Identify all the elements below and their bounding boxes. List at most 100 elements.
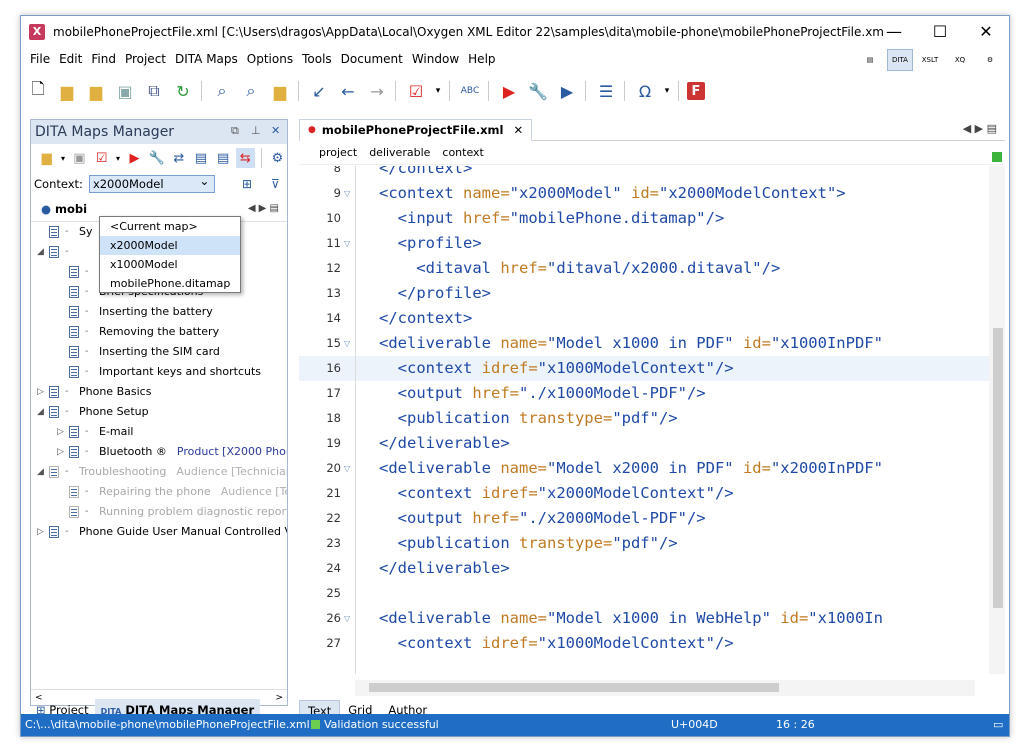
code-line[interactable]: 13 </profile>	[299, 281, 989, 306]
code-line[interactable]: 18 <publication transtype="pdf"/>	[299, 406, 989, 431]
map-dropdown-icon[interactable]: ▾	[114, 148, 122, 168]
tree-item[interactable]: - Sy	[37, 222, 103, 242]
fold-toggle-icon[interactable]: ▽	[344, 606, 350, 631]
context-select[interactable]: x2000Model	[88, 173, 216, 193]
database-perspective-icon[interactable]: ⚙	[977, 49, 1003, 71]
show-view-icon[interactable]: ⊞	[235, 172, 258, 196]
tree-item[interactable]: - Inserting the SIM card	[57, 342, 230, 362]
menu-dita-maps[interactable]: DITA Maps	[175, 52, 238, 66]
expand-toggle-icon[interactable]: ▷	[37, 382, 49, 402]
editor-horizontal-scrollbar[interactable]	[355, 680, 975, 696]
expand-toggle-icon[interactable]: ◢	[37, 402, 49, 422]
save-map-icon[interactable]: ▣	[70, 148, 89, 168]
insert-character-dropdown-icon[interactable]: ▾	[662, 79, 672, 103]
menu-file[interactable]: File	[30, 52, 50, 66]
editor-perspective-icon[interactable]: ▤	[857, 49, 883, 71]
breadcrumb-item[interactable]: deliverable	[369, 146, 430, 159]
horizontal-scroll-thumb[interactable]	[369, 683, 779, 692]
code-line[interactable]: 14 </context>	[299, 306, 989, 331]
validate-icon[interactable]: ☑	[404, 79, 428, 103]
code-line[interactable]: 16 <context idref="x1000ModelContext"/>	[299, 356, 989, 381]
messages-icon[interactable]: ▭	[993, 718, 1003, 731]
code-line[interactable]: 25	[299, 581, 989, 606]
fold-toggle-icon[interactable]: ▽	[344, 181, 350, 206]
tree-item[interactable]: ▷ -Bluetooth ® Product [X2000 Phone	[57, 442, 287, 462]
tree-item[interactable]: -Running problem diagnostic reportA	[57, 502, 287, 522]
forward-icon[interactable]: →	[365, 79, 389, 103]
tree-item[interactable]: ▷ - Phone Basics	[37, 382, 161, 402]
xslt-debugger-icon[interactable]: XSLT	[917, 49, 943, 71]
save-icon[interactable]: ▣	[113, 79, 137, 103]
dita-perspective-icon[interactable]: DITA	[887, 49, 913, 71]
code-line[interactable]: 8 </context>	[299, 166, 989, 181]
filter-icon[interactable]: ⊽	[264, 172, 287, 196]
code-line[interactable]: 9 ▽ <context name="x2000Model" id="x2000Mo…	[299, 181, 989, 206]
context-option[interactable]: x2000Model	[100, 236, 240, 255]
tree-item[interactable]: ◢ - Phone Setup	[37, 402, 159, 422]
tree-item[interactable]: ▷ -Phone Guide User Manual Controlled Val…	[37, 522, 287, 542]
editor-tab-active[interactable]: ● mobilePhoneProjectFile.xml ✕	[299, 118, 533, 141]
context-option[interactable]: mobilePhone.ditamap	[100, 274, 240, 293]
code-line[interactable]: 11 ▽ <profile>	[299, 231, 989, 256]
open-folder-icon[interactable]: ▆	[55, 79, 79, 103]
code-line[interactable]: 24 </deliverable>	[299, 556, 989, 581]
open-map-icon[interactable]: ▆	[37, 148, 56, 168]
tree-item[interactable]: -Repairing the phone Audience [Tech	[57, 482, 287, 502]
code-line[interactable]: 22 <output href="./x2000Model-PDF"/>	[299, 506, 989, 531]
fold-toggle-icon[interactable]: ▽	[344, 331, 350, 356]
breadcrumb-item[interactable]: project	[319, 146, 357, 159]
validate-dropdown-icon[interactable]: ▾	[433, 79, 443, 103]
find-in-files-icon[interactable]: ⌕	[239, 79, 263, 103]
validate-map-icon[interactable]: ☑	[92, 148, 111, 168]
menu-project[interactable]: Project	[125, 52, 166, 66]
reload-icon[interactable]: ↻	[171, 79, 195, 103]
tree-item[interactable]: ◢ -Troubleshooting Audience [Technician L	[37, 462, 287, 482]
tree-item[interactable]: ◢ -	[37, 242, 89, 262]
back-icon[interactable]: ←	[336, 79, 360, 103]
pin-panel-icon[interactable]: ⊥	[251, 124, 261, 137]
open-map-dropdown-icon[interactable]: ▾	[59, 148, 67, 168]
vertical-scrollbar[interactable]	[989, 152, 1005, 674]
fold-toggle-icon[interactable]: ▽	[344, 231, 350, 256]
code-line[interactable]: 23 <publication transtype="pdf"/>	[299, 531, 989, 556]
restore-panel-icon[interactable]: ⧉	[231, 124, 239, 138]
code-line[interactable]: 20 ▽ <deliverable name="Model x2000 in PDF…	[299, 456, 989, 481]
menu-help[interactable]: Help	[468, 52, 495, 66]
code-line[interactable]: 19 </deliverable>	[299, 431, 989, 456]
menu-tools[interactable]: Tools	[302, 52, 332, 66]
go-to-last-modification-icon[interactable]: ↙	[307, 79, 331, 103]
find-icon[interactable]: ⌕	[210, 79, 234, 103]
code-line[interactable]: 12 <ditaval href="ditaval/x2000.ditaval"…	[299, 256, 989, 281]
maximize-button[interactable]: ☐	[917, 16, 963, 47]
new-document-icon[interactable]: 🗋	[26, 79, 50, 103]
open-map-in-editor-icon[interactable]: ▤	[191, 148, 210, 168]
map-tabs-nav-icon[interactable]: ◀ ▶ ▤	[248, 203, 279, 214]
save-all-icon[interactable]: ⧉	[142, 79, 166, 103]
configure-map-transform-icon[interactable]: 🔧	[147, 148, 166, 168]
code-editor[interactable]: 8 </context> 9 ▽ <context name="x2000Model" …	[299, 166, 989, 674]
link-with-editor-icon[interactable]: ⇆	[235, 148, 255, 168]
close-panel-icon[interactable]: ✕	[271, 124, 280, 137]
code-line[interactable]: 26 ▽ <deliverable name="Model x1000 in Web…	[299, 606, 989, 631]
code-line[interactable]: 17 <output href="./x1000Model-PDF"/>	[299, 381, 989, 406]
fold-toggle-icon[interactable]: ▽	[344, 456, 350, 481]
open-url-icon[interactable]: ▆	[84, 79, 108, 103]
format-indent-icon[interactable]: ☰	[594, 79, 618, 103]
breadcrumb-item[interactable]: context	[442, 146, 483, 159]
transform-map-icon[interactable]: ▶	[125, 148, 144, 168]
code-line[interactable]: 10 <input href="mobilePhone.ditamap"/>	[299, 206, 989, 231]
spell-check-icon[interactable]: ABC	[458, 79, 482, 103]
code-line[interactable]: 21 <context idref="x2000ModelContext"/>	[299, 481, 989, 506]
insert-character-icon[interactable]: Ω	[633, 79, 657, 103]
expand-toggle-icon[interactable]: ▷	[37, 522, 49, 542]
tree-item[interactable]: ▷ - E-mail	[57, 422, 144, 442]
tree-item[interactable]: - Removing the battery	[57, 322, 229, 342]
code-line[interactable]: 15 ▽ <deliverable name="Model x1000 in PDF…	[299, 331, 989, 356]
expand-toggle-icon[interactable]: ▷	[57, 422, 69, 442]
menu-window[interactable]: Window	[412, 52, 459, 66]
editor-tabs-nav-icon[interactable]: ◀ ▶ ▤	[963, 122, 997, 135]
xquery-debugger-icon[interactable]: XQ	[947, 49, 973, 71]
settings-gear-icon[interactable]: ⚙	[268, 148, 287, 168]
run-debugger-icon[interactable]: ▶	[555, 79, 579, 103]
expand-toggle-icon[interactable]: ▷	[57, 442, 69, 462]
